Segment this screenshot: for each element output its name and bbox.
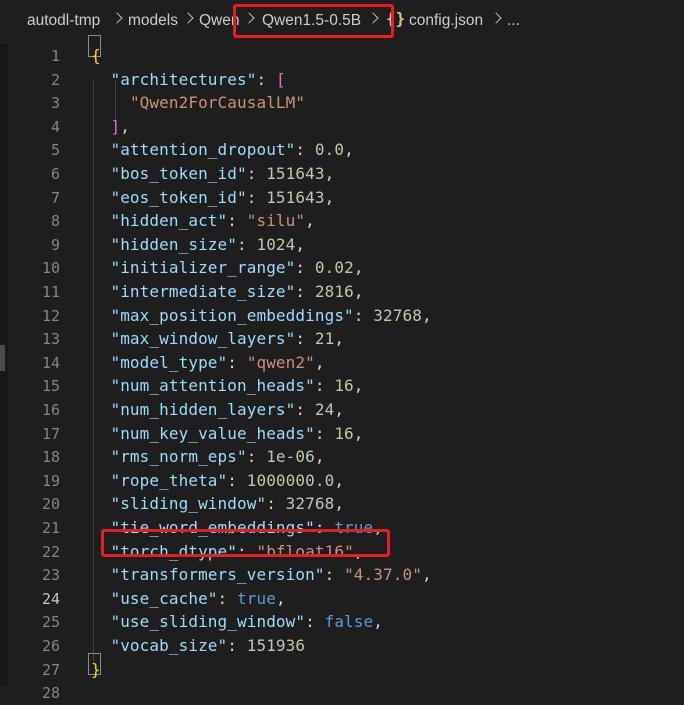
code-text[interactable]: "model_type": "qwen2", <box>91 353 325 373</box>
code-line[interactable]: 26 "vocab_size": 151936 <box>0 634 684 658</box>
code-text[interactable]: "vocab_size": 151936 <box>91 636 305 656</box>
code-line[interactable]: 17 "num_key_value_heads": 16, <box>0 422 684 446</box>
line-number: 16 <box>41 401 60 419</box>
code-line[interactable]: 1{ <box>0 44 684 68</box>
code-text[interactable]: "num_key_value_heads": 16, <box>91 424 364 444</box>
code-text[interactable]: "rope_theta": 1000000.0, <box>91 471 344 491</box>
breadcrumb-item-autodl-tmp[interactable]: autodl-tmp <box>27 12 100 30</box>
code-text[interactable]: ], <box>91 117 130 137</box>
code-text[interactable]: "max_position_embeddings": 32768, <box>91 306 432 326</box>
code-text[interactable]: "hidden_size": 1024, <box>91 235 305 255</box>
line-number: 15 <box>41 377 60 396</box>
chevron-right-icon <box>111 12 123 24</box>
line-number: 10 <box>41 259 60 278</box>
code-text[interactable]: { <box>91 46 101 66</box>
chevron-right-icon <box>182 12 194 24</box>
code-text[interactable]: "rms_norm_eps": 1e-06, <box>91 447 325 467</box>
code-text[interactable]: "initializer_range": 0.02, <box>91 258 364 278</box>
line-number: 12 <box>41 306 60 325</box>
line-number: 28 <box>41 684 60 703</box>
line-number: 11 <box>41 283 60 301</box>
code-text[interactable]: "max_window_layers": 21, <box>91 329 344 349</box>
code-line[interactable]: 8 "hidden_act": "silu", <box>0 209 684 233</box>
code-text[interactable]: "num_hidden_layers": 24, <box>91 400 344 420</box>
line-number: 13 <box>41 330 60 349</box>
breadcrumb-item-more[interactable]: ... <box>507 12 520 30</box>
breadcrumb-item-models[interactable]: models <box>128 12 178 30</box>
code-line[interactable]: 27} <box>0 658 684 682</box>
code-text[interactable]: "eos_token_id": 151643, <box>91 188 334 208</box>
code-line[interactable]: 14 "model_type": "qwen2", <box>0 351 684 375</box>
code-text[interactable]: "intermediate_size": 2816, <box>91 282 364 302</box>
line-number: 26 <box>41 637 60 655</box>
code-line[interactable]: 12 "max_position_embeddings": 32768, <box>0 304 684 328</box>
code-line[interactable]: 7 "eos_token_id": 151643, <box>0 186 684 210</box>
code-line[interactable]: 24 "use_cache": true, <box>0 587 684 611</box>
code-line[interactable]: 3 "Qwen2ForCausalLM" <box>0 91 684 115</box>
line-number: 23 <box>41 566 60 585</box>
line-number: 27 <box>41 660 60 679</box>
chevron-right-icon <box>490 12 502 24</box>
code-text[interactable]: "num_attention_heads": 16, <box>91 376 364 396</box>
line-number: 8 <box>50 212 60 231</box>
line-number: 4 <box>50 117 60 136</box>
code-line[interactable]: 15 "num_attention_heads": 16, <box>0 374 684 398</box>
line-number: 14 <box>41 353 60 372</box>
code-line[interactable]: 18 "rms_norm_eps": 1e-06, <box>0 445 684 469</box>
code-line[interactable]: 4 ], <box>0 115 684 139</box>
line-number: 21 <box>41 519 60 537</box>
code-line[interactable]: 16 "num_hidden_layers": 24, <box>0 398 684 422</box>
line-number: 5 <box>50 141 60 160</box>
code-line[interactable]: 6 "bos_token_id": 151643, <box>0 162 684 186</box>
line-number: 9 <box>50 235 60 254</box>
breadcrumb-item-config-json[interactable]: config.json <box>409 12 483 30</box>
code-text[interactable]: "sliding_window": 32768, <box>91 494 344 514</box>
code-line[interactable]: 23 "transformers_version": "4.37.0", <box>0 563 684 587</box>
code-text[interactable]: "use_cache": true, <box>91 589 286 609</box>
line-number: 3 <box>50 94 60 113</box>
code-line[interactable]: 11 "intermediate_size": 2816, <box>0 280 684 304</box>
line-number: 1 <box>50 47 60 65</box>
code-text[interactable]: "bos_token_id": 151643, <box>91 164 334 184</box>
code-text[interactable]: "hidden_act": "silu", <box>91 211 315 231</box>
code-line[interactable]: 28 <box>0 681 684 705</box>
code-line[interactable]: 19 "rope_theta": 1000000.0, <box>0 469 684 493</box>
code-text[interactable]: "use_sliding_window": false, <box>91 612 383 632</box>
line-number: 2 <box>50 70 60 89</box>
code-text[interactable]: "architectures": [ <box>91 70 286 90</box>
line-number: 24 <box>41 589 60 608</box>
code-text[interactable]: "transformers_version": "4.37.0", <box>91 565 432 585</box>
code-line[interactable]: 5 "attention_dropout": 0.0, <box>0 138 684 162</box>
line-number: 7 <box>50 188 60 207</box>
code-line[interactable]: 9 "hidden_size": 1024, <box>0 233 684 257</box>
code-line[interactable]: 13 "max_window_layers": 21, <box>0 327 684 351</box>
line-number: 25 <box>41 613 60 632</box>
code-line[interactable]: 10 "initializer_range": 0.02, <box>0 256 684 280</box>
code-text[interactable]: } <box>91 660 101 680</box>
code-line[interactable]: 25 "use_sliding_window": false, <box>0 610 684 634</box>
line-number: 22 <box>41 542 60 561</box>
highlight-box-torch-dtype <box>101 529 390 557</box>
code-line[interactable]: 2 "architectures": [ <box>0 68 684 92</box>
code-text[interactable]: "attention_dropout": 0.0, <box>91 140 354 160</box>
line-number: 19 <box>41 471 60 490</box>
line-number: 20 <box>41 495 60 514</box>
highlight-box-model-folder <box>233 4 394 38</box>
line-number: 18 <box>41 448 60 467</box>
line-number: 6 <box>50 165 60 183</box>
line-number: 17 <box>41 424 60 443</box>
code-text[interactable]: "Qwen2ForCausalLM" <box>91 93 305 113</box>
code-line[interactable]: 20 "sliding_window": 32768, <box>0 492 684 516</box>
